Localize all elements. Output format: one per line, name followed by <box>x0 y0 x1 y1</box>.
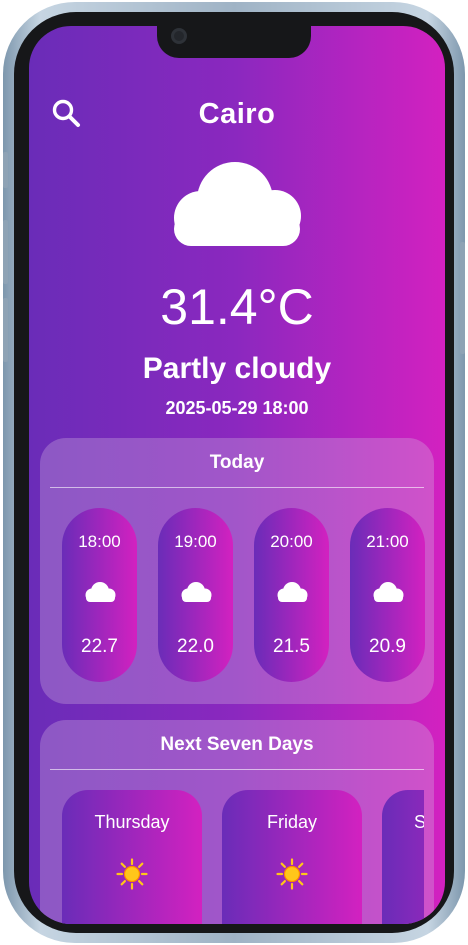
divider <box>50 487 424 488</box>
power-button <box>460 242 465 354</box>
app-screen: Cairo 31.4°C Partly cloudy 2025-05-29 18… <box>29 26 445 924</box>
hour-card[interactable]: 21:00 20.9 <box>350 508 425 682</box>
hour-temperature: 22.0 <box>177 636 214 657</box>
hour-temperature: 22.7 <box>81 636 118 657</box>
today-panel: Today 18:00 22.7 19:00 22.0 20:00 21.5 2… <box>40 438 434 704</box>
day-card[interactable]: Thursday <box>62 790 202 924</box>
days-scroll-area[interactable]: Thursday Friday S <box>50 720 424 924</box>
hour-time: 20:00 <box>270 532 313 551</box>
weather-condition: Partly cloudy <box>142 352 332 385</box>
cloud-icon <box>174 162 301 246</box>
hour-card[interactable]: 20:00 21.5 <box>254 508 329 682</box>
hour-temperature: 21.5 <box>273 636 310 657</box>
mute-switch <box>3 152 8 188</box>
notch <box>157 26 311 58</box>
hour-temperature: 20.9 <box>369 636 406 657</box>
volume-down-button <box>3 298 8 362</box>
hour-time: 21:00 <box>366 532 409 551</box>
hour-time: 18:00 <box>78 532 121 551</box>
day-name: Friday <box>266 812 317 832</box>
sun-icon <box>116 858 148 890</box>
hour-time: 19:00 <box>174 532 217 551</box>
hour-card[interactable]: 18:00 22.7 <box>62 508 137 682</box>
volume-up-button <box>3 220 8 284</box>
phone-frame: Cairo 31.4°C Partly cloudy 2025-05-29 18… <box>3 2 465 943</box>
day-name: Thursday <box>94 812 170 832</box>
current-datetime: 2025-05-29 18:00 <box>165 398 309 418</box>
today-title: Today <box>209 452 265 473</box>
cloud-icon <box>277 582 308 602</box>
day-card[interactable]: Friday <box>222 790 362 924</box>
hour-card[interactable]: 19:00 22.0 <box>158 508 233 682</box>
cloud-icon <box>373 582 404 602</box>
cloud-icon <box>181 582 212 602</box>
front-camera <box>171 28 187 44</box>
current-temperature: 31.4°C <box>160 279 314 335</box>
city-name: Cairo <box>198 98 276 130</box>
cloud-icon <box>85 582 116 602</box>
sun-icon <box>276 858 308 890</box>
day-card[interactable]: S <box>382 790 424 924</box>
day-name: S <box>414 812 424 832</box>
week-panel: Next Seven Days Thursday Friday S <box>40 720 434 924</box>
